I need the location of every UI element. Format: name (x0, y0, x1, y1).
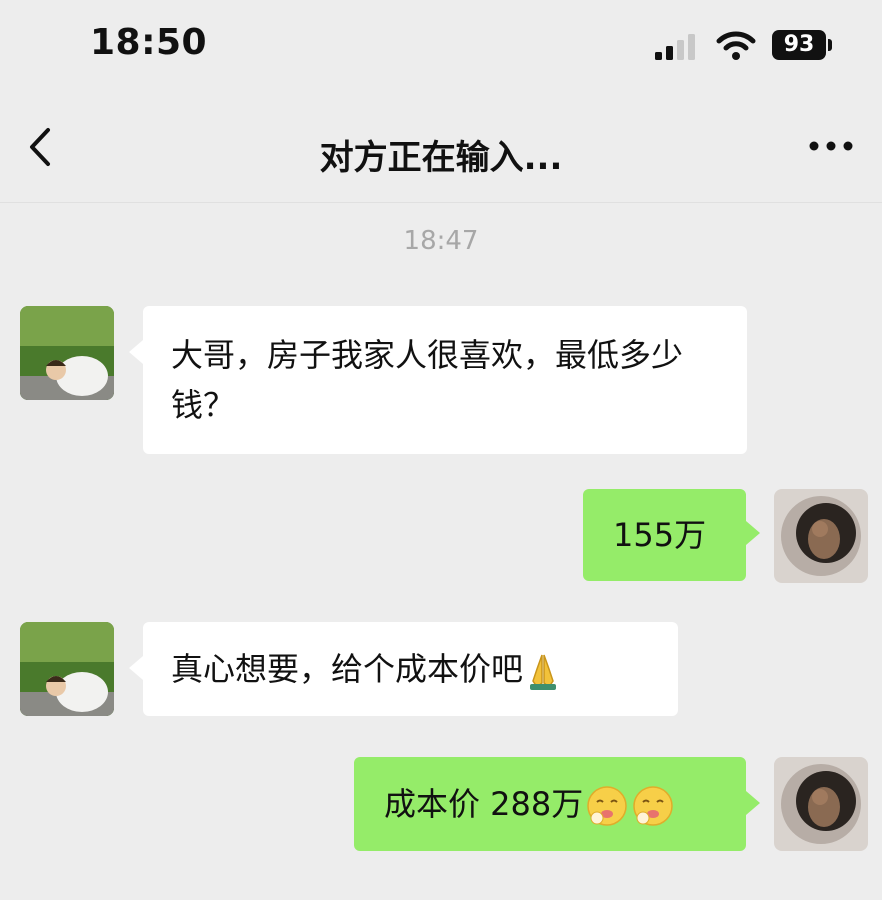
more-options-icon[interactable] (806, 136, 856, 156)
folded-hands-icon (530, 654, 557, 690)
contact-avatar[interactable] (20, 622, 114, 716)
tongue-out-face-icon (633, 786, 674, 826)
message-bubble-received[interactable]: 大哥，房子我家人很喜欢，最低多少钱？ (143, 306, 747, 454)
message-timestamp: 18:47 (403, 226, 479, 256)
message-text: 大哥，房子我家人很喜欢，最低多少钱？ (171, 336, 684, 424)
wifi-icon (716, 31, 756, 60)
bubble-tail (746, 521, 760, 545)
signal-icon (655, 34, 695, 60)
battery-indicator: 93 (772, 30, 826, 60)
message-bubble-sent[interactable]: 155万 (583, 489, 746, 581)
message-text: 155万 (613, 516, 707, 554)
status-time: 18:50 (90, 22, 208, 63)
nav-bar: 对方正在输入... (0, 92, 882, 203)
message-bubble-received[interactable]: 真心想要，给个成本价吧 (143, 622, 678, 716)
my-avatar[interactable] (774, 757, 868, 851)
contact-avatar[interactable] (20, 306, 114, 400)
status-bar: 18:50 93 (0, 0, 882, 92)
chat-title: 对方正在输入... (319, 138, 563, 178)
message-text: 真心想要，给个成本价吧 (171, 650, 524, 688)
bubble-tail (129, 656, 143, 680)
message-bubble-sent[interactable]: 成本价 288万 (354, 757, 746, 851)
bubble-tail (129, 340, 143, 364)
message-text: 成本价 288万 (384, 785, 584, 823)
bubble-tail (746, 791, 760, 815)
tongue-out-face-icon (587, 786, 628, 826)
battery-cap (828, 39, 832, 51)
my-avatar[interactable] (774, 489, 868, 583)
